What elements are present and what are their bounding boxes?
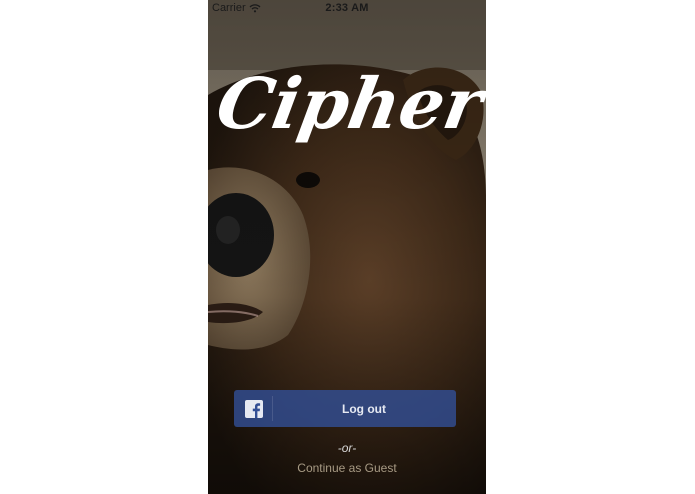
- app-logo-text: Cipher: [211, 63, 486, 145]
- continue-as-guest-link[interactable]: Continue as Guest: [208, 461, 486, 475]
- logout-button[interactable]: Log out: [234, 390, 456, 427]
- app-logo: Cipher: [211, 63, 486, 145]
- status-bar-time: 2:33 AM: [325, 2, 369, 14]
- status-bar: Carrier 2:33 AM: [208, 0, 486, 18]
- facebook-icon: [245, 400, 263, 418]
- phone-screen: Carrier 2:33 AM Cipher Log out -or- Cont…: [208, 0, 486, 494]
- or-separator: -or-: [337, 441, 357, 455]
- screen-backdrop: Carrier 2:33 AM Cipher Log out -or- Cont…: [0, 0, 695, 494]
- logout-button-label: Log out: [342, 401, 386, 416]
